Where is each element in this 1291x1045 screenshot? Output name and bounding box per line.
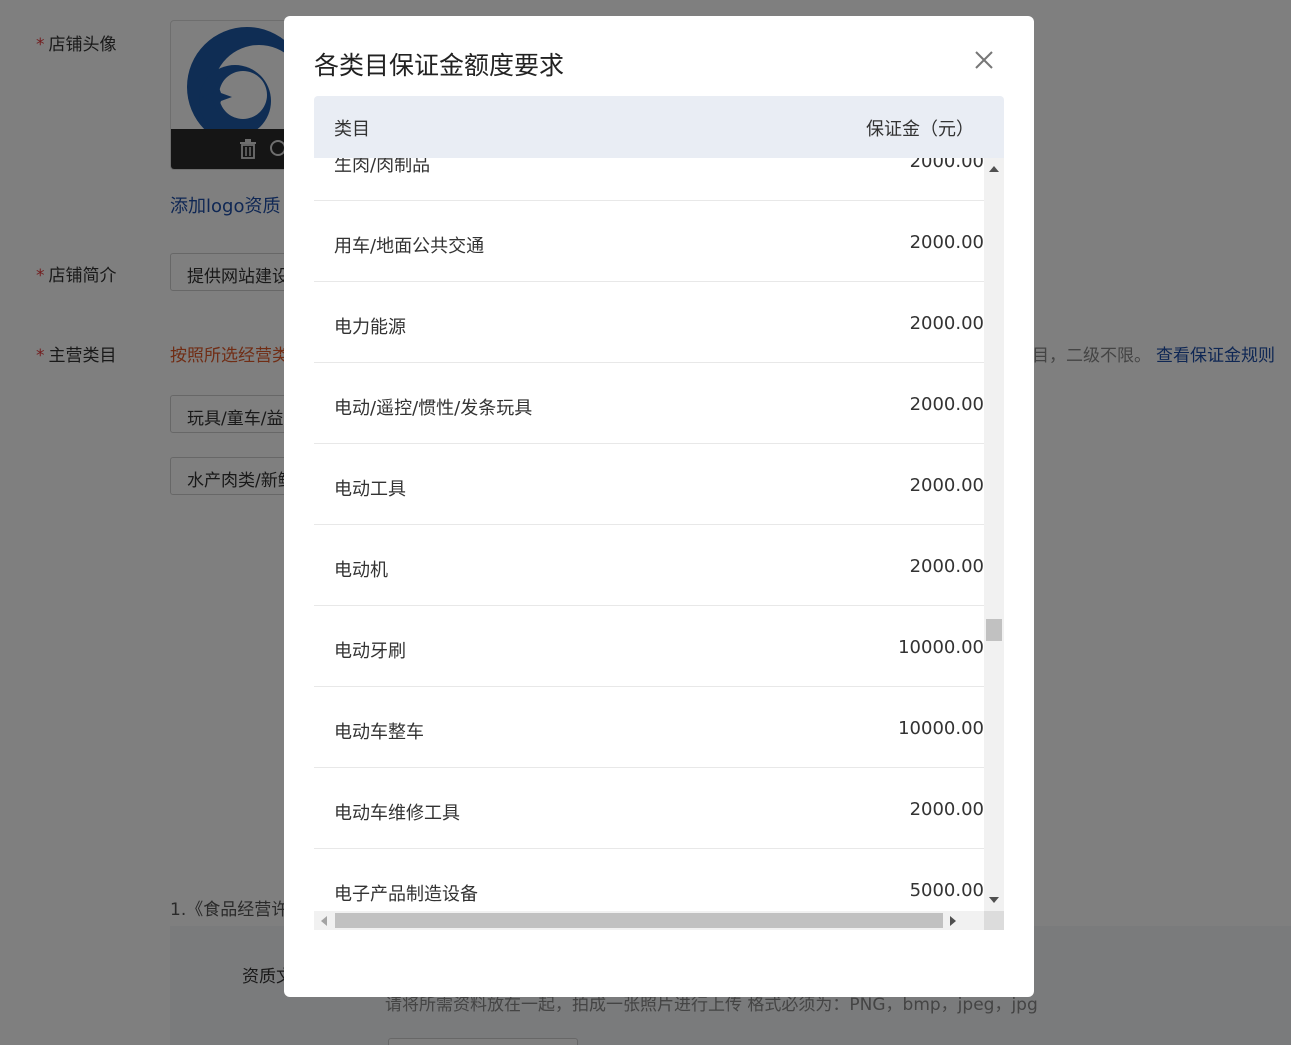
vertical-scrollbar[interactable]: [984, 158, 1004, 911]
table-row: 电动牙刷 10000.00: [314, 606, 984, 687]
scroll-up-arrow-icon[interactable]: [989, 166, 999, 172]
table-row: 电动机 2000.00: [314, 525, 984, 606]
table-row: 电力能源 2000.00: [314, 282, 984, 363]
row-category: 电动工具: [334, 479, 406, 500]
row-category: 电子产品制造设备: [334, 884, 478, 905]
table-row: 用车/地面公共交通 2000.00: [314, 201, 984, 282]
table-row: 电动工具 2000.00: [314, 444, 984, 525]
row-category: 电动车维修工具: [334, 803, 460, 824]
scroll-right-arrow-icon[interactable]: [950, 916, 956, 926]
header-deposit: 保证金（元）: [866, 119, 974, 140]
table-header: 类目 保证金（元）: [314, 96, 1004, 158]
table-rows: 生肉/肉制品 2000.00 用车/地面公共交通 2000.00 电力能源 20…: [314, 158, 984, 911]
row-deposit: 2000.00: [909, 313, 984, 334]
row-category: 电动车整车: [334, 722, 424, 743]
row-deposit: 2000.00: [909, 232, 984, 253]
table-row: 电子产品制造设备 5000.00: [314, 849, 984, 911]
row-deposit: 10000.00: [898, 637, 984, 658]
scroll-down-arrow-icon[interactable]: [989, 897, 999, 903]
row-category: 电力能源: [334, 317, 406, 338]
row-deposit: 2000.00: [909, 556, 984, 577]
row-deposit: 2000.00: [909, 475, 984, 496]
row-deposit: 2000.00: [909, 799, 984, 820]
close-icon[interactable]: [972, 48, 996, 72]
vertical-scroll-thumb[interactable]: [986, 619, 1002, 641]
modal-title: 各类目保证金额度要求: [314, 51, 565, 80]
row-deposit: 10000.00: [898, 718, 984, 739]
row-deposit: 2000.00: [909, 394, 984, 415]
table-row: 电动车维修工具 2000.00: [314, 768, 984, 849]
row-deposit: 2000.00: [909, 158, 984, 172]
row-category: 生肉/肉制品: [334, 158, 431, 176]
scrollbar-corner: [984, 911, 1004, 930]
row-deposit: 5000.00: [909, 880, 984, 901]
row-category: 电动机: [334, 560, 388, 581]
table-body[interactable]: 生肉/肉制品 2000.00 用车/地面公共交通 2000.00 电力能源 20…: [314, 158, 984, 911]
horizontal-scroll-thumb[interactable]: [335, 913, 943, 928]
deposit-requirements-modal: 各类目保证金额度要求 类目 保证金（元） 生肉/肉制品 2000.00 用车/地…: [284, 16, 1034, 997]
table-row: 生肉/肉制品 2000.00: [314, 158, 984, 201]
header-category: 类目: [334, 119, 370, 140]
horizontal-scrollbar[interactable]: [314, 911, 984, 930]
deposit-table: 类目 保证金（元） 生肉/肉制品 2000.00 用车/地面公共交通 2000.…: [314, 96, 1004, 930]
row-category: 用车/地面公共交通: [334, 236, 485, 257]
table-row: 电动车整车 10000.00: [314, 687, 984, 768]
scroll-left-arrow-icon[interactable]: [321, 916, 327, 926]
row-category: 电动牙刷: [334, 641, 406, 662]
table-row: 电动/遥控/惯性/发条玩具 2000.00: [314, 363, 984, 444]
row-category: 电动/遥控/惯性/发条玩具: [334, 398, 533, 419]
